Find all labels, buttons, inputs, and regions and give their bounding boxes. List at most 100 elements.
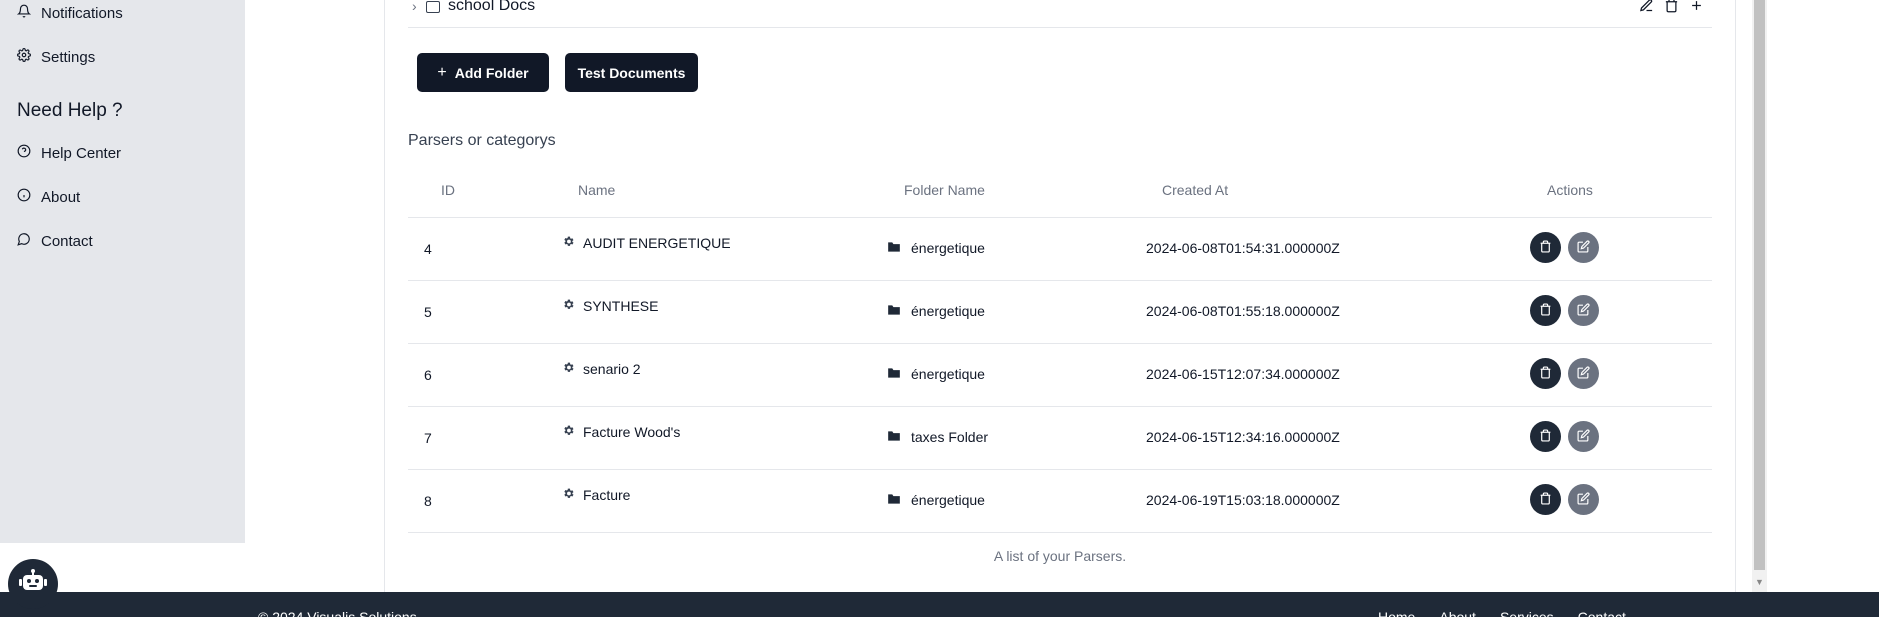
delete-button[interactable]	[1530, 484, 1561, 515]
sidebar: Notifications Settings Need Help ? Help …	[0, 0, 245, 543]
cell-created-at: 2024-06-08T01:54:31.000000Z	[1146, 240, 1340, 256]
cell-created-at: 2024-06-08T01:55:18.000000Z	[1146, 303, 1340, 319]
gear-icon	[17, 48, 31, 66]
folder-icon	[887, 429, 901, 445]
sidebar-item-label: Notifications	[41, 4, 123, 22]
parser-name: senario 2	[583, 361, 641, 377]
scrollbar[interactable]: ▼	[1752, 0, 1767, 592]
gear-icon	[562, 235, 575, 251]
gear-icon	[562, 298, 575, 314]
sidebar-item-notifications[interactable]: Notifications	[16, 1, 123, 25]
cell-name: Facture Wood's	[562, 424, 680, 440]
cell-actions	[1530, 295, 1599, 326]
gear-icon	[562, 361, 575, 377]
cell-name: AUDIT ENERGETIQUE	[562, 235, 731, 251]
add-folder-label: Add Folder	[454, 64, 529, 81]
folder-outline-icon	[426, 0, 440, 18]
header-created-at: Created At	[1162, 182, 1229, 198]
folder-icon	[887, 303, 901, 319]
cell-id: 4	[424, 241, 432, 257]
folder-actions	[1639, 0, 1704, 18]
edit-icon	[1577, 428, 1590, 445]
robot-icon	[19, 568, 47, 600]
edit-button[interactable]	[1568, 484, 1599, 515]
delete-button[interactable]	[1530, 295, 1561, 326]
footer-link-services[interactable]: Services	[1500, 609, 1554, 625]
cell-actions	[1530, 484, 1599, 515]
section-title: Parsers or categorys	[408, 132, 556, 149]
cell-id: 6	[424, 367, 432, 383]
sidebar-item-about[interactable]: About	[17, 185, 80, 209]
parser-name: SYNTHESE	[583, 298, 659, 314]
parser-name: Facture	[583, 487, 631, 503]
table-header: ID Name Folder Name Created At Actions	[408, 178, 1712, 218]
sidebar-item-label: Help Center	[41, 144, 122, 162]
header-folder-name: Folder Name	[904, 182, 985, 198]
content-gutter	[245, 0, 384, 592]
footer-links: Home About Services Contact	[1378, 609, 1626, 625]
table-row: 6 senario 2 énergetique 2024-06-15T12:07:34…	[408, 344, 1712, 407]
edit-button[interactable]	[1568, 358, 1599, 389]
footer-link-contact[interactable]: Contact	[1578, 609, 1626, 625]
table-row: 7 Facture Wood's taxes Folder 2024-06-15T12…	[408, 407, 1712, 470]
header-name: Name	[578, 182, 616, 198]
cell-id: 8	[424, 493, 432, 509]
folder-name: énergetique	[911, 366, 985, 382]
trash-icon	[1539, 302, 1552, 319]
edit-button[interactable]	[1568, 421, 1599, 452]
plus-icon[interactable]	[1689, 0, 1704, 18]
trash-icon[interactable]	[1664, 0, 1679, 18]
sidebar-item-help-center[interactable]: Help Center	[17, 141, 121, 165]
folder-name: taxes Folder	[911, 429, 989, 445]
trash-icon	[1539, 428, 1552, 445]
cell-id: 5	[424, 304, 432, 320]
cell-folder: taxes Folder	[887, 429, 988, 445]
sidebar-item-label: Settings	[41, 48, 96, 66]
sidebar-item-label: About	[41, 188, 81, 206]
cell-created-at: 2024-06-15T12:07:34.000000Z	[1146, 366, 1340, 382]
delete-button[interactable]	[1530, 232, 1561, 263]
edit-icon	[1577, 239, 1590, 256]
sidebar-item-contact[interactable]: Contact	[17, 229, 93, 253]
help-circle-icon	[17, 144, 31, 162]
help-heading: Need Help ?	[17, 100, 123, 121]
header-actions: Actions	[1547, 182, 1593, 198]
footer-link-about[interactable]: About	[1439, 609, 1476, 625]
delete-button[interactable]	[1530, 358, 1561, 389]
folder-label[interactable]: school Docs	[448, 0, 535, 15]
edit-button[interactable]	[1568, 295, 1599, 326]
sidebar-item-settings[interactable]: Settings	[17, 45, 95, 69]
chevron-right-icon[interactable]: ›	[412, 0, 417, 14]
cell-name: senario 2	[562, 361, 641, 377]
cell-actions	[1530, 358, 1599, 389]
chat-bubble-icon	[17, 232, 31, 250]
cell-actions	[1530, 421, 1599, 452]
header-id: ID	[441, 182, 455, 198]
cell-folder: énergetique	[887, 303, 985, 319]
cell-name: SYNTHESE	[562, 298, 658, 314]
table-caption: A list of your Parsers.	[993, 548, 1127, 564]
trash-icon	[1539, 365, 1552, 382]
table-row: 5 SYNTHESE énergetique 2024-06-08T01:55:18.…	[408, 281, 1712, 344]
gear-icon	[562, 487, 575, 503]
test-documents-button[interactable]: Test Documents	[565, 53, 698, 92]
chatbot-button[interactable]	[8, 559, 58, 609]
edit-icon[interactable]	[1639, 0, 1654, 18]
folder-tree-row[interactable]: › school Docs	[408, 0, 1712, 28]
plus-icon: +	[437, 63, 447, 81]
table-row: 4 AUDIT ENERGETIQUE énergetique 2024-06-08T…	[408, 218, 1712, 281]
add-folder-button[interactable]: + Add Folder	[417, 53, 549, 92]
edit-icon	[1577, 491, 1590, 508]
cell-created-at: 2024-06-15T12:34:16.000000Z	[1146, 429, 1340, 445]
edit-icon	[1577, 365, 1590, 382]
edit-button[interactable]	[1568, 232, 1599, 263]
delete-button[interactable]	[1530, 421, 1561, 452]
cell-folder: énergetique	[887, 240, 985, 256]
scroll-down-arrow[interactable]: ▼	[1755, 577, 1764, 587]
footer-link-home[interactable]: Home	[1378, 609, 1415, 625]
scrollbar-thumb[interactable]	[1754, 0, 1765, 570]
cell-folder: énergetique	[887, 366, 985, 382]
gear-icon	[562, 424, 575, 440]
folder-name: énergetique	[911, 240, 985, 256]
cell-actions	[1530, 232, 1599, 263]
